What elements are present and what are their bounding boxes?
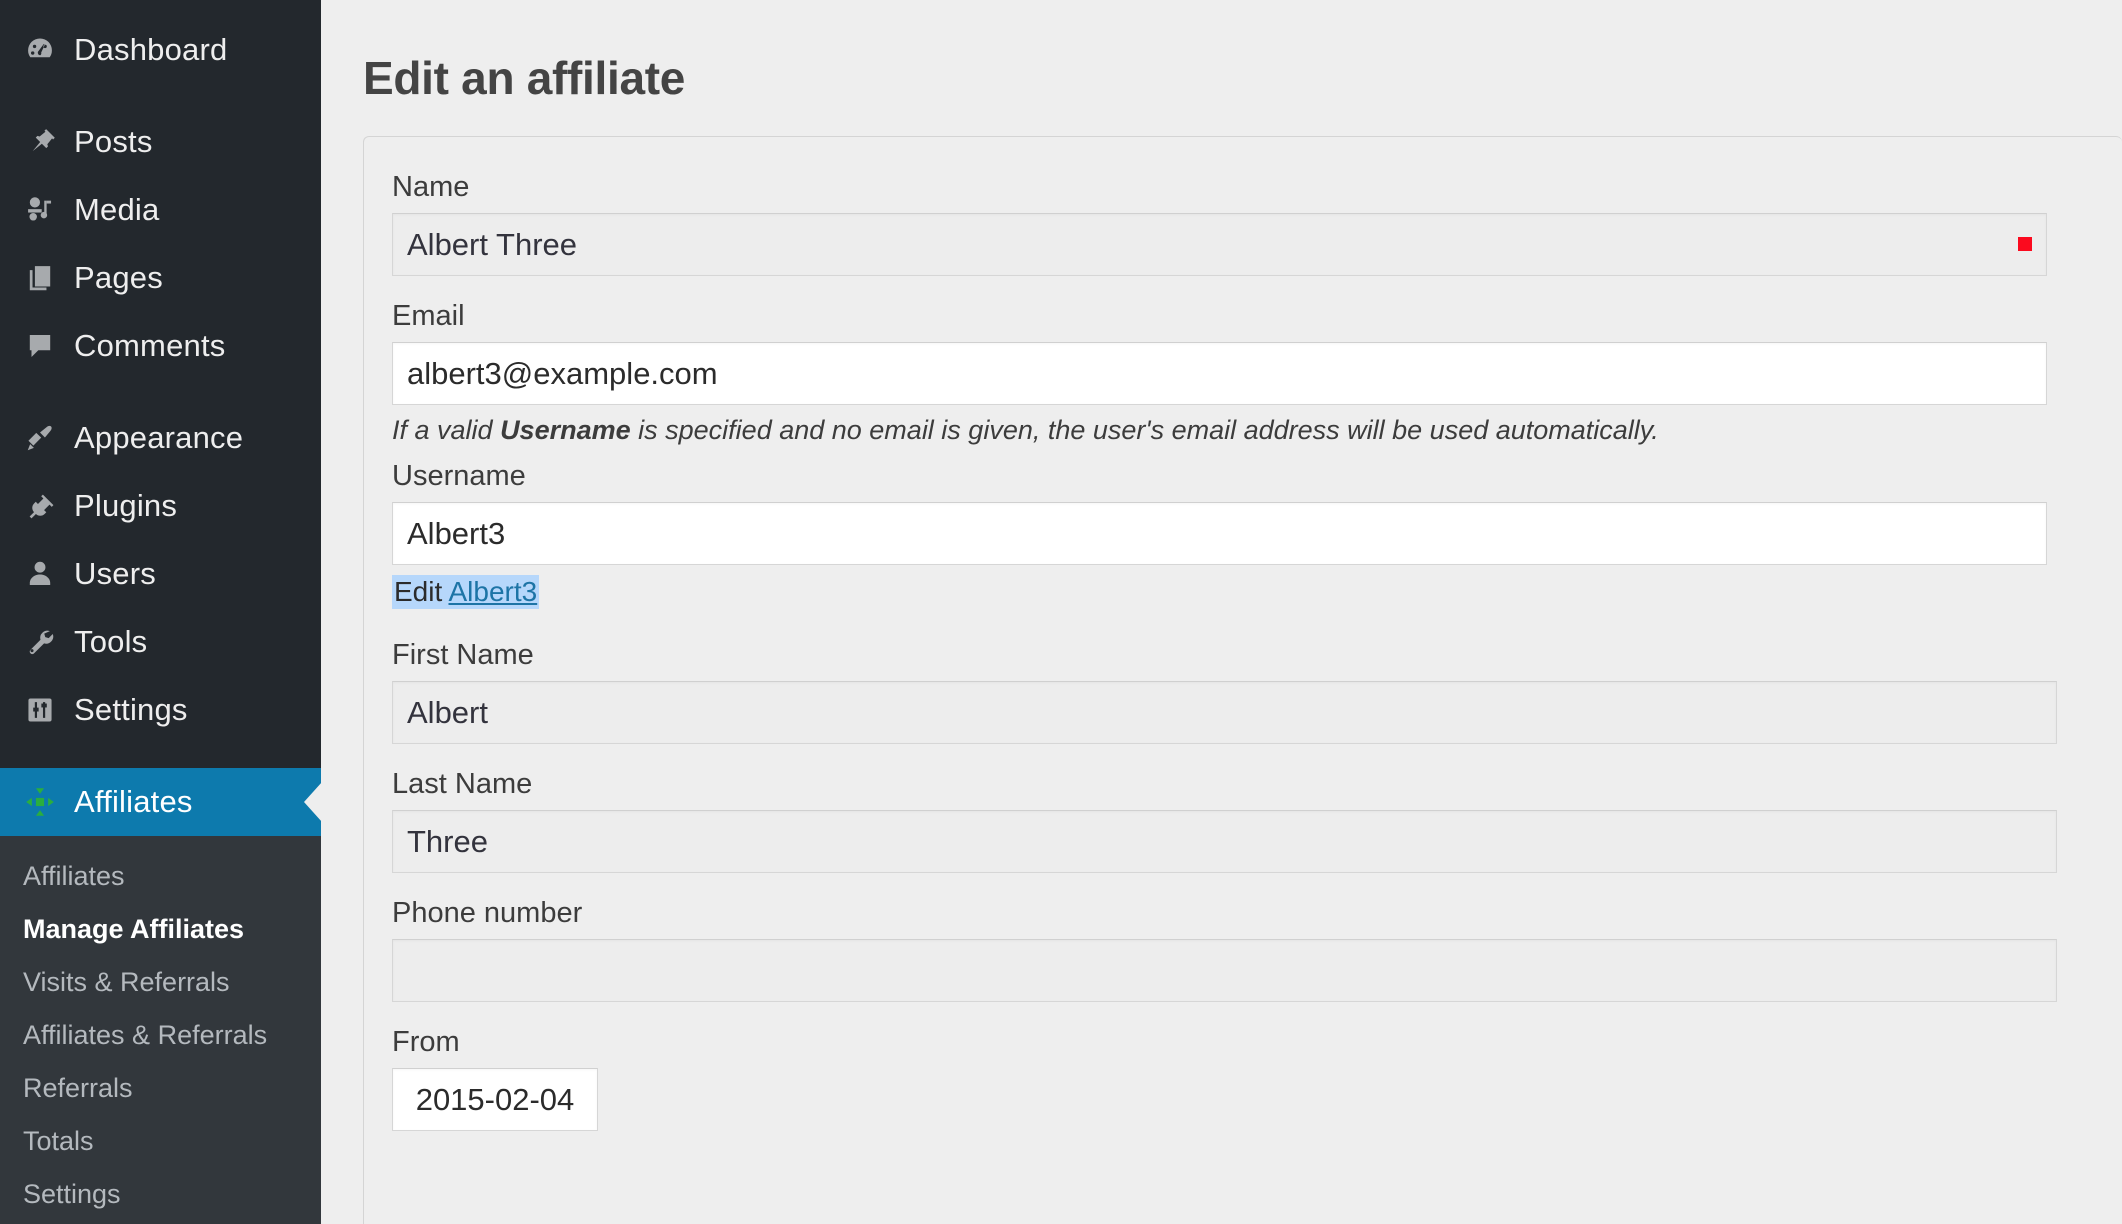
- main-content: Edit an affiliate Name Albert Three Emai…: [321, 0, 2122, 1224]
- edit-user-link[interactable]: Albert3: [448, 576, 537, 607]
- sidebar-divider: [0, 744, 321, 768]
- submenu-item-settings[interactable]: Settings: [0, 1168, 321, 1221]
- field-username: Username Albert3 Edit Albert3: [392, 460, 2122, 623]
- from-date-input[interactable]: 2015-02-04: [392, 1067, 598, 1131]
- sidebar-item-pages[interactable]: Pages: [0, 244, 321, 312]
- edit-user-line-wrap: Edit Albert3: [392, 565, 2122, 623]
- email-label: Email: [392, 299, 465, 332]
- sidebar-item-label: Dashboard: [74, 32, 228, 67]
- sidebar-item-label: Tools: [74, 624, 148, 659]
- sidebar-item-appearance[interactable]: Appearance: [0, 404, 321, 472]
- sidebar-divider: [0, 84, 321, 108]
- from-label: From: [392, 1025, 460, 1058]
- sidebar-item-posts[interactable]: Posts: [0, 108, 321, 176]
- sidebar-item-label: Posts: [74, 124, 153, 159]
- last-name-input[interactable]: Three: [392, 809, 2057, 873]
- sidebar-item-label: Comments: [74, 328, 226, 363]
- last-name-label: Last Name: [392, 767, 533, 800]
- brush-icon: [14, 421, 66, 455]
- help-strong: Username: [500, 414, 631, 445]
- first-name-label: First Name: [392, 638, 534, 671]
- pages-icon: [14, 261, 66, 295]
- sidebar-item-users[interactable]: Users: [0, 540, 321, 608]
- username-label: Username: [392, 459, 526, 492]
- affiliate-edit-form: Name Albert Three Email albert3@example.…: [363, 135, 2122, 1224]
- sidebar-item-media[interactable]: Media: [0, 176, 321, 244]
- dashboard-icon: [14, 33, 66, 67]
- active-item-arrow: [304, 782, 321, 822]
- help-prefix: If a valid: [392, 414, 501, 445]
- edit-prefix: Edit: [394, 575, 449, 607]
- sliders-icon: [14, 693, 66, 727]
- sidebar-item-tools[interactable]: Tools: [0, 608, 321, 676]
- page-title: Edit an affiliate: [363, 51, 686, 104]
- field-email: Email albert3@example.com If a valid Use…: [392, 300, 2122, 446]
- field-name: Name Albert Three: [392, 171, 2122, 276]
- admin-sidebar: Dashboard Posts Media Pages Comments App…: [0, 0, 321, 1224]
- wrench-icon: [14, 625, 66, 659]
- comment-icon: [14, 329, 66, 363]
- field-phone: Phone number: [392, 897, 2122, 1002]
- submenu-item-visits-referrals[interactable]: Visits & Referrals: [0, 956, 321, 1009]
- sidebar-item-plugins[interactable]: Plugins: [0, 472, 321, 540]
- phone-label: Phone number: [392, 896, 583, 929]
- username-input[interactable]: Albert3: [392, 501, 2047, 565]
- sidebar-item-label: Users: [74, 556, 156, 591]
- sidebar-item-label: Plugins: [74, 488, 178, 523]
- submenu-item-totals[interactable]: Totals: [0, 1115, 321, 1168]
- admin-screen: Dashboard Posts Media Pages Comments App…: [0, 0, 2122, 1224]
- plug-icon: [14, 489, 66, 523]
- field-first-name: First Name Albert: [392, 639, 2122, 744]
- sidebar-divider: [0, 380, 321, 404]
- submenu-item-affiliates[interactable]: Affiliates: [0, 850, 321, 903]
- sidebar-item-affiliates[interactable]: Affiliates: [0, 768, 321, 836]
- required-marker: [2018, 237, 2032, 252]
- sidebar-submenu-affiliates: Affiliates Manage Affiliates Visits & Re…: [0, 836, 321, 1224]
- sidebar-item-label: Affiliates: [74, 784, 193, 819]
- user-icon: [14, 557, 66, 591]
- submenu-item-manage-affiliates[interactable]: Manage Affiliates: [0, 903, 321, 956]
- field-last-name: Last Name Three: [392, 768, 2122, 873]
- affiliates-icon: [14, 785, 66, 819]
- name-label: Name: [392, 170, 470, 203]
- media-icon: [14, 193, 66, 227]
- edit-user-line: Edit Albert3: [392, 574, 540, 609]
- sidebar-item-label: Media: [74, 192, 160, 227]
- first-name-input[interactable]: Albert: [392, 680, 2057, 744]
- sidebar-primary-menu: Dashboard Posts Media Pages Comments App…: [0, 0, 321, 1224]
- field-from: From 2015-02-04: [392, 1026, 2122, 1131]
- sidebar-item-label: Pages: [74, 260, 163, 295]
- sidebar-item-comments[interactable]: Comments: [0, 312, 321, 380]
- sidebar-item-label: Settings: [74, 692, 188, 727]
- submenu-item-affiliates-referrals[interactable]: Affiliates & Referrals: [0, 1009, 321, 1062]
- help-suffix: is specified and no email is given, the …: [630, 414, 1659, 445]
- email-input[interactable]: albert3@example.com: [392, 341, 2047, 405]
- phone-input[interactable]: [392, 938, 2057, 1002]
- submenu-item-referrals[interactable]: Referrals: [0, 1062, 321, 1115]
- name-input[interactable]: Albert Three: [392, 212, 2047, 276]
- sidebar-item-settings[interactable]: Settings: [0, 676, 321, 744]
- email-help-text: If a valid Username is specified and no …: [392, 415, 2122, 446]
- pin-icon: [14, 125, 66, 159]
- sidebar-item-label: Appearance: [74, 420, 244, 455]
- sidebar-item-dashboard[interactable]: Dashboard: [0, 16, 321, 84]
